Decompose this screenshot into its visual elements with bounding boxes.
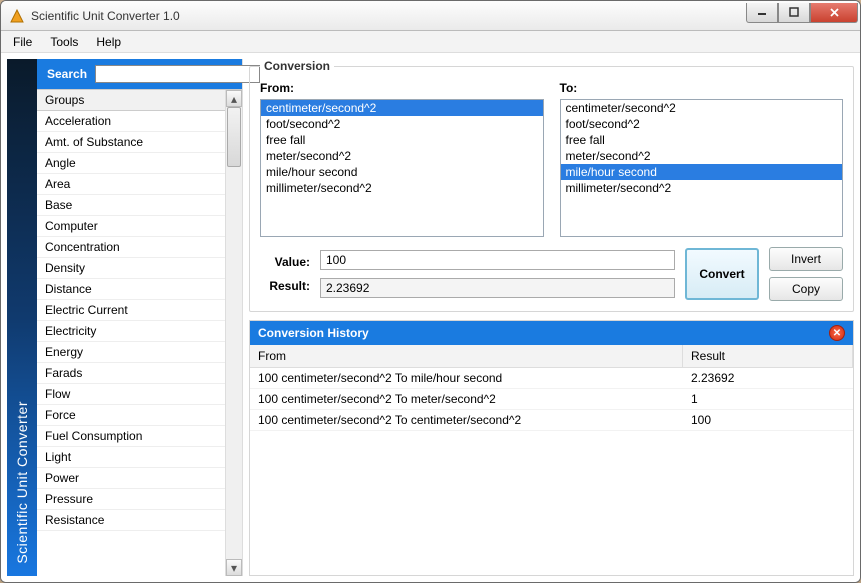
from-listbox[interactable]: centimeter/second^2foot/second^2free fal… (260, 99, 544, 237)
search-input[interactable] (95, 65, 260, 83)
history-header: Conversion History ✕ (250, 321, 853, 345)
list-item[interactable]: Power (37, 468, 225, 489)
list-item[interactable]: Fuel Consumption (37, 426, 225, 447)
copy-button[interactable]: Copy (769, 277, 843, 301)
maximize-button[interactable] (778, 3, 810, 23)
list-item[interactable]: Force (37, 405, 225, 426)
to-listbox[interactable]: centimeter/second^2foot/second^2free fal… (560, 99, 844, 237)
window-title: Scientific Unit Converter 1.0 (31, 9, 746, 23)
conversion-legend: Conversion (260, 59, 334, 73)
scroll-thumb[interactable] (227, 107, 241, 167)
client-area: Scientific Unit Converter Search Groups … (1, 53, 860, 582)
table-row[interactable]: 100 centimeter/second^2 To meter/second^… (250, 389, 853, 410)
history-table: From Result 100 centimeter/second^2 To m… (250, 345, 853, 575)
list-item[interactable]: mile/hour second (261, 164, 543, 180)
list-item[interactable]: centimeter/second^2 (261, 100, 543, 116)
list-item[interactable]: Light (37, 447, 225, 468)
history-cell-result: 100 (683, 410, 853, 430)
history-cell-from: 100 centimeter/second^2 To meter/second^… (250, 389, 683, 409)
close-button[interactable] (810, 3, 858, 23)
history-cell-from: 100 centimeter/second^2 To mile/hour sec… (250, 368, 683, 388)
list-item[interactable]: Base (37, 195, 225, 216)
menu-help[interactable]: Help (88, 33, 129, 51)
list-item[interactable]: foot/second^2 (561, 116, 843, 132)
vertical-title: Scientific Unit Converter (14, 401, 30, 564)
history-col-result[interactable]: Result (683, 345, 853, 367)
search-bar: Search (37, 59, 242, 89)
scroll-track[interactable] (226, 107, 242, 559)
list-item[interactable]: Electric Current (37, 300, 225, 321)
list-item[interactable]: Density (37, 258, 225, 279)
menubar: File Tools Help (1, 31, 860, 53)
to-label: To: (560, 81, 844, 95)
list-item[interactable]: free fall (261, 132, 543, 148)
list-item[interactable]: centimeter/second^2 (561, 100, 843, 116)
list-item[interactable]: free fall (561, 132, 843, 148)
list-item[interactable]: Amt. of Substance (37, 132, 225, 153)
table-row[interactable]: 100 centimeter/second^2 To mile/hour sec… (250, 368, 853, 389)
groups-list[interactable]: AccelerationAmt. of SubstanceAngleAreaBa… (37, 111, 225, 531)
menu-tools[interactable]: Tools (42, 33, 86, 51)
list-item[interactable]: Flow (37, 384, 225, 405)
list-item[interactable]: Computer (37, 216, 225, 237)
list-item[interactable]: Concentration (37, 237, 225, 258)
list-item[interactable]: foot/second^2 (261, 116, 543, 132)
history-close-icon[interactable]: ✕ (829, 325, 845, 341)
list-item[interactable]: Resistance (37, 510, 225, 531)
history-title: Conversion History (258, 326, 829, 340)
history-columns: From Result (250, 345, 853, 368)
menu-file[interactable]: File (5, 33, 40, 51)
from-label: From: (260, 81, 544, 95)
table-row[interactable]: 100 centimeter/second^2 To centimeter/se… (250, 410, 853, 431)
sidebar: Search Groups AccelerationAmt. of Substa… (37, 59, 243, 576)
app-icon (9, 8, 25, 24)
scroll-down-button[interactable]: ▾ (226, 559, 242, 576)
value-label: Value: (260, 255, 310, 269)
history-cell-result: 1 (683, 389, 853, 409)
result-label: Result: (260, 279, 310, 293)
list-item[interactable]: Acceleration (37, 111, 225, 132)
list-item[interactable]: Energy (37, 342, 225, 363)
history-col-from[interactable]: From (250, 345, 683, 367)
vertical-title-strip: Scientific Unit Converter (7, 59, 37, 576)
titlebar[interactable]: Scientific Unit Converter 1.0 (1, 1, 860, 31)
groups-scrollbar[interactable]: ▴ ▾ (225, 90, 242, 576)
history-cell-result: 2.23692 (683, 368, 853, 388)
list-item[interactable]: mile/hour second (561, 164, 843, 180)
groups-header[interactable]: Groups (37, 90, 225, 111)
invert-button[interactable]: Invert (769, 247, 843, 271)
groups-panel: Groups AccelerationAmt. of SubstanceAngl… (37, 89, 242, 576)
list-item[interactable]: Farads (37, 363, 225, 384)
history-cell-from: 100 centimeter/second^2 To centimeter/se… (250, 410, 683, 430)
minimize-button[interactable] (746, 3, 778, 23)
convert-button[interactable]: Convert (685, 248, 759, 300)
list-item[interactable]: Pressure (37, 489, 225, 510)
list-item[interactable]: Distance (37, 279, 225, 300)
list-item[interactable]: meter/second^2 (561, 148, 843, 164)
list-item[interactable]: meter/second^2 (261, 148, 543, 164)
search-label: Search (47, 67, 87, 81)
list-item[interactable]: Electricity (37, 321, 225, 342)
value-input[interactable] (320, 250, 675, 270)
main-panel: Conversion From: centimeter/second^2foot… (243, 59, 854, 576)
list-item[interactable]: millimeter/second^2 (261, 180, 543, 196)
list-item[interactable]: millimeter/second^2 (561, 180, 843, 196)
list-item[interactable]: Area (37, 174, 225, 195)
list-item[interactable]: Angle (37, 153, 225, 174)
result-output (320, 278, 675, 298)
app-window: Scientific Unit Converter 1.0 File Tools… (0, 0, 861, 583)
scroll-up-button[interactable]: ▴ (226, 90, 242, 107)
history-panel: Conversion History ✕ From Result 100 cen… (249, 320, 854, 576)
window-controls (746, 3, 858, 23)
conversion-group: Conversion From: centimeter/second^2foot… (249, 59, 854, 312)
